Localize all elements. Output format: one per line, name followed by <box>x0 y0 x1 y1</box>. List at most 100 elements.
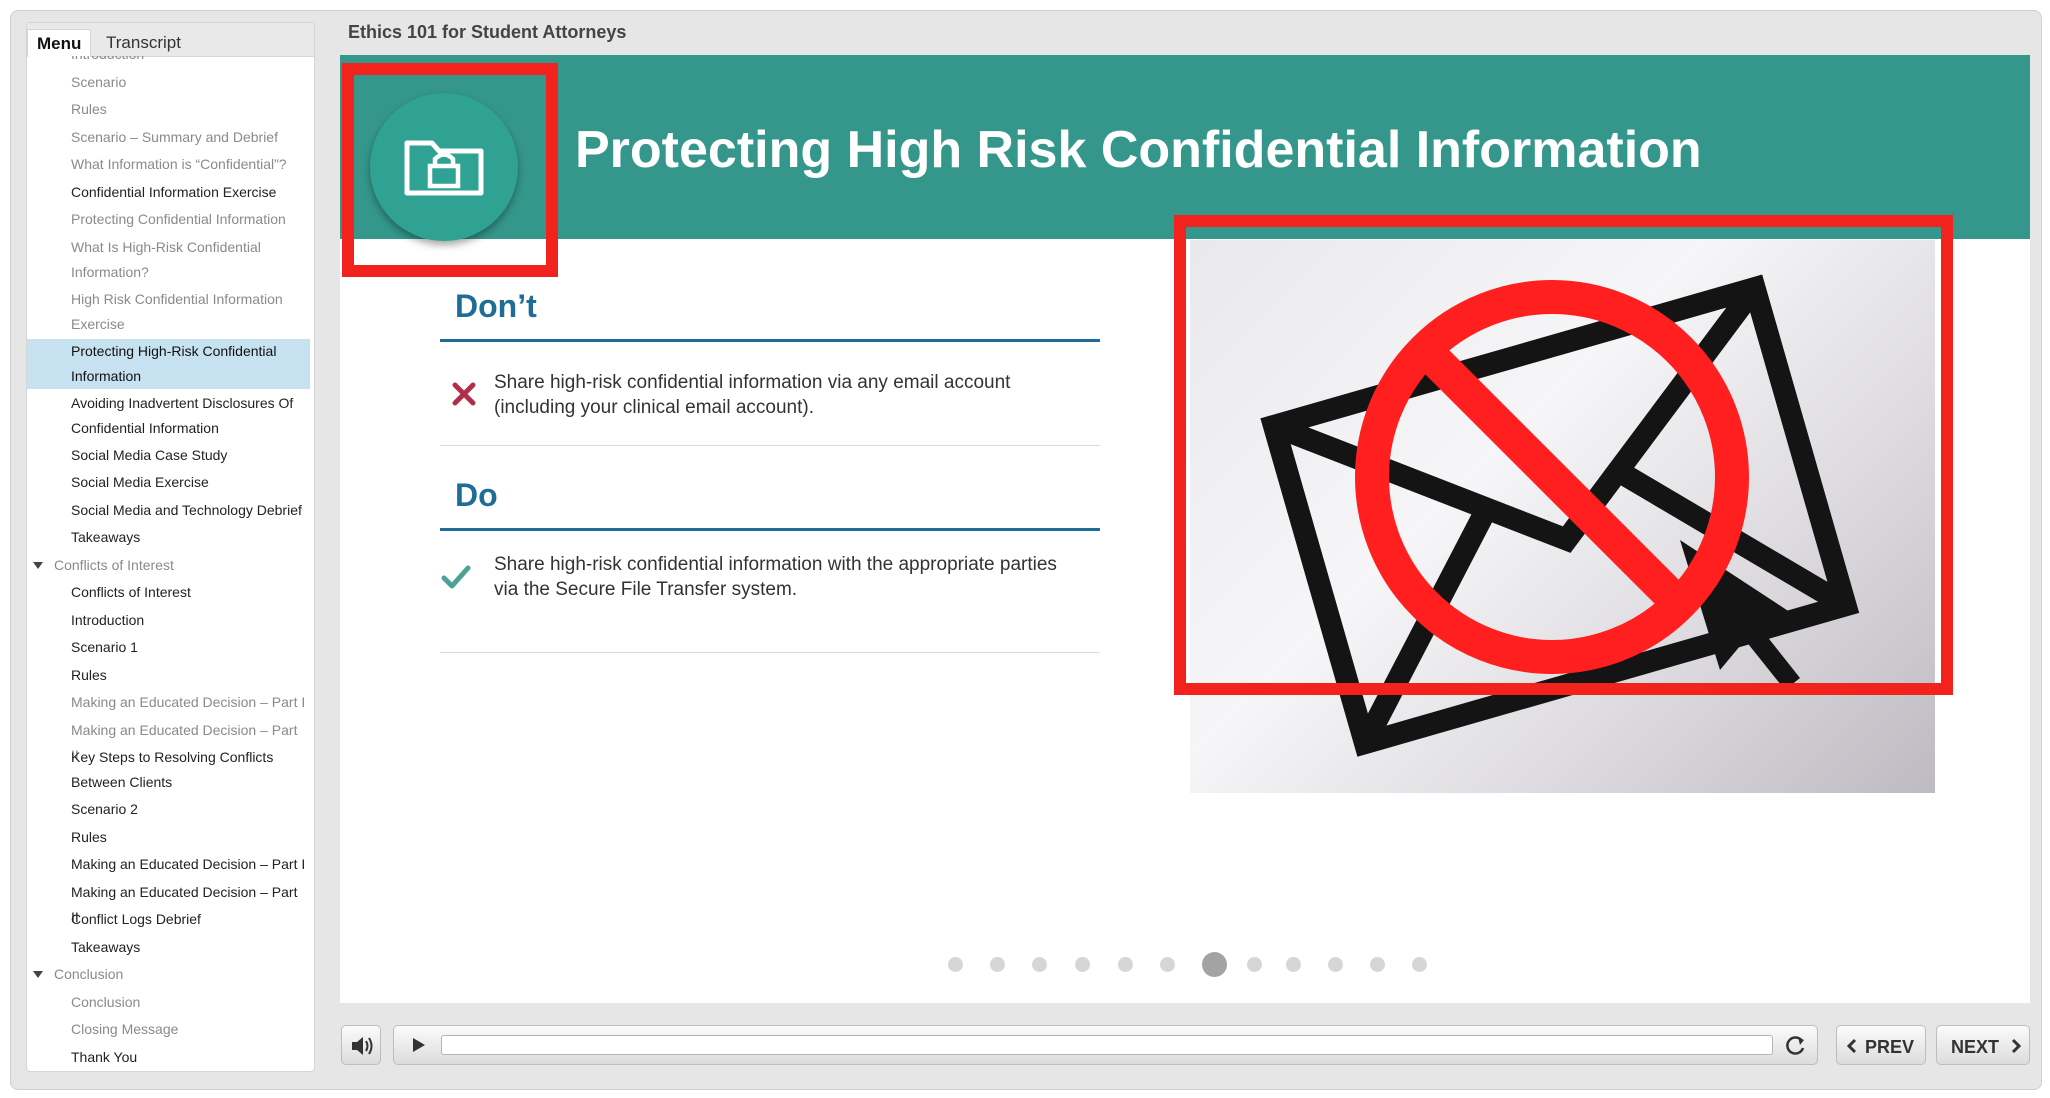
menu-item-label: Thank You <box>71 1048 138 1065</box>
prev-button[interactable]: PREV <box>1836 1025 1926 1065</box>
menu-item-label-line2: Information <box>71 367 142 384</box>
menu-item-label: Conflict Logs Debrief <box>71 911 201 927</box>
check-icon <box>441 565 471 589</box>
page-indicator <box>340 949 2030 979</box>
menu-item-label: What Information is “Confidential”? <box>71 156 287 172</box>
replay-button[interactable] <box>1780 1030 1810 1060</box>
menu-item[interactable]: Scenario <box>71 70 309 95</box>
menu-item[interactable]: Thank You <box>71 1045 309 1070</box>
next-button[interactable]: NEXT <box>1936 1025 2030 1065</box>
page-dot[interactable] <box>1328 957 1343 972</box>
menu-item[interactable]: What Is High-Risk Confidential Informatio… <box>71 235 309 285</box>
do-rule <box>440 528 1100 531</box>
page-dot[interactable] <box>1160 957 1175 972</box>
menu-item[interactable]: Scenario 2 <box>71 797 309 822</box>
menu-item[interactable]: Scenario 1 <box>71 635 309 660</box>
next-label: NEXT <box>1951 1037 2000 1057</box>
menu-section[interactable]: Conflicts of Interest <box>33 553 292 578</box>
caret-down-icon[interactable] <box>33 971 43 978</box>
do-heading: Do <box>455 477 498 513</box>
menu-item-label: Rules <box>71 828 107 845</box>
volume-icon <box>352 1037 373 1055</box>
menu-item-label-line2: Information? <box>71 263 149 280</box>
menu-item[interactable]: Social Media Case Study <box>71 443 309 468</box>
page-dot[interactable] <box>1247 957 1262 972</box>
menu-item[interactable]: Making an Educated Decision – Part I <box>71 690 309 715</box>
menu-item-label: Rules <box>71 666 107 683</box>
menu-item-label: What Is High-Risk Confidential <box>71 238 261 255</box>
menu-item-label: Introduction <box>71 56 309 67</box>
menu-item[interactable]: Making an Educated Decision – Part I <box>71 852 309 877</box>
menu-item[interactable]: Closing Message <box>71 1017 309 1042</box>
menu-item[interactable]: What Information is “Confidential”? <box>71 152 309 177</box>
menu-item-label: Conclusion <box>54 966 124 982</box>
page-dot[interactable] <box>1370 957 1385 972</box>
menu-item-label: Making an Educated Decision – Part I <box>71 694 306 710</box>
mute-button[interactable] <box>341 1025 381 1065</box>
menu-section[interactable]: Conclusion <box>33 962 292 987</box>
replay-icon <box>1786 1036 1805 1055</box>
menu-item[interactable]: Scenario – Summary and Debrief <box>71 125 309 150</box>
page-dot[interactable] <box>1202 952 1227 977</box>
annotation-box-image <box>1174 215 1953 695</box>
menu-item[interactable]: High Risk Confidential Information Exerci… <box>71 287 309 337</box>
page-dot[interactable] <box>1075 957 1090 972</box>
chevron-right-icon <box>2011 1038 2022 1054</box>
menu-item[interactable]: Social Media Exercise <box>71 470 309 495</box>
dont-rule <box>440 339 1100 342</box>
sidebar-tabs: Menu Transcript <box>27 23 314 57</box>
page-dot[interactable] <box>1032 957 1047 972</box>
page-dot[interactable] <box>1412 957 1427 972</box>
dont-heading: Don’t <box>455 288 537 324</box>
page-dot[interactable] <box>948 957 963 972</box>
menu-item-label-line2: Exercise <box>71 315 125 332</box>
play-button[interactable] <box>403 1030 433 1060</box>
menu-item[interactable]: Avoiding Inadvertent Disclosures Of Confi… <box>71 391 309 441</box>
menu-item-label: Conflicts of Interest <box>71 584 191 600</box>
menu-item[interactable]: Conflict Logs Debrief <box>71 907 309 932</box>
menu-item-label: Conclusion <box>71 993 141 1010</box>
play-icon <box>413 1038 425 1052</box>
menu-item[interactable]: Key Steps to Resolving Conflicts Between … <box>71 745 309 795</box>
menu-item-label: Scenario 2 <box>71 801 138 817</box>
tab-menu[interactable]: Menu <box>27 29 92 57</box>
menu-item[interactable]: Conflicts of Interest <box>71 580 309 605</box>
tab-transcript[interactable]: Transcript <box>97 29 190 56</box>
menu-item-label: Rules <box>71 101 107 117</box>
page-dot[interactable] <box>990 957 1005 972</box>
divider <box>440 445 1100 446</box>
menu-item[interactable]: Conclusion <box>71 990 309 1015</box>
menu-item[interactable]: Takeaways <box>71 525 309 550</box>
slide-banner: Protecting High Risk Confidential Inform… <box>340 55 2030 241</box>
menu-item-label: Takeaways <box>71 938 141 955</box>
menu-item[interactable]: Protecting Confidential Information <box>71 207 309 232</box>
dont-text: Share high-risk confidential information… <box>494 372 1011 418</box>
x-icon <box>452 382 476 406</box>
menu-item-label: Social Media Case Study <box>71 446 228 463</box>
menu-item[interactable]: Rules <box>71 825 309 850</box>
prev-label: PREV <box>1865 1037 1915 1057</box>
divider <box>440 652 1100 653</box>
menu-item-label-line2: Between Clients <box>71 774 173 790</box>
page-dot[interactable] <box>1286 957 1301 972</box>
menu-item[interactable]: Introduction <box>71 608 309 633</box>
slide: Protecting High Risk Confidential Inform… <box>340 55 2030 1003</box>
menu-item[interactable]: Takeaways <box>71 935 309 960</box>
menu-item-label: Making an Educated Decision – Part I <box>71 856 306 872</box>
seek-bar[interactable] <box>441 1035 1773 1055</box>
menu-item[interactable]: Protecting High-Risk Confidential Informa… <box>27 338 310 389</box>
sidebar: Menu Transcript Introduction Scenario Rule… <box>26 22 315 1072</box>
menu-item[interactable]: Social Media and Technology Debrief <box>71 498 309 523</box>
menu-item-label: Introduction <box>71 611 145 628</box>
menu-item[interactable]: Rules <box>71 97 309 122</box>
menu-item[interactable]: Confidential Information Exercise <box>71 180 309 205</box>
course-title: Ethics 101 for Student Attorneys <box>348 22 627 42</box>
menu-item-label: Key Steps to Resolving Conflicts <box>71 749 274 765</box>
slide-title: Protecting High Risk Confidential Inform… <box>575 121 1702 179</box>
page-dot[interactable] <box>1118 957 1133 972</box>
menu-item[interactable]: Rules <box>71 663 309 688</box>
menu-item-label: Scenario <box>71 73 127 90</box>
menu-item[interactable]: Introduction <box>71 56 309 67</box>
caret-down-icon[interactable] <box>33 561 43 569</box>
menu-list: Introduction Scenario Rules Scenario – Summ… <box>27 56 314 1071</box>
